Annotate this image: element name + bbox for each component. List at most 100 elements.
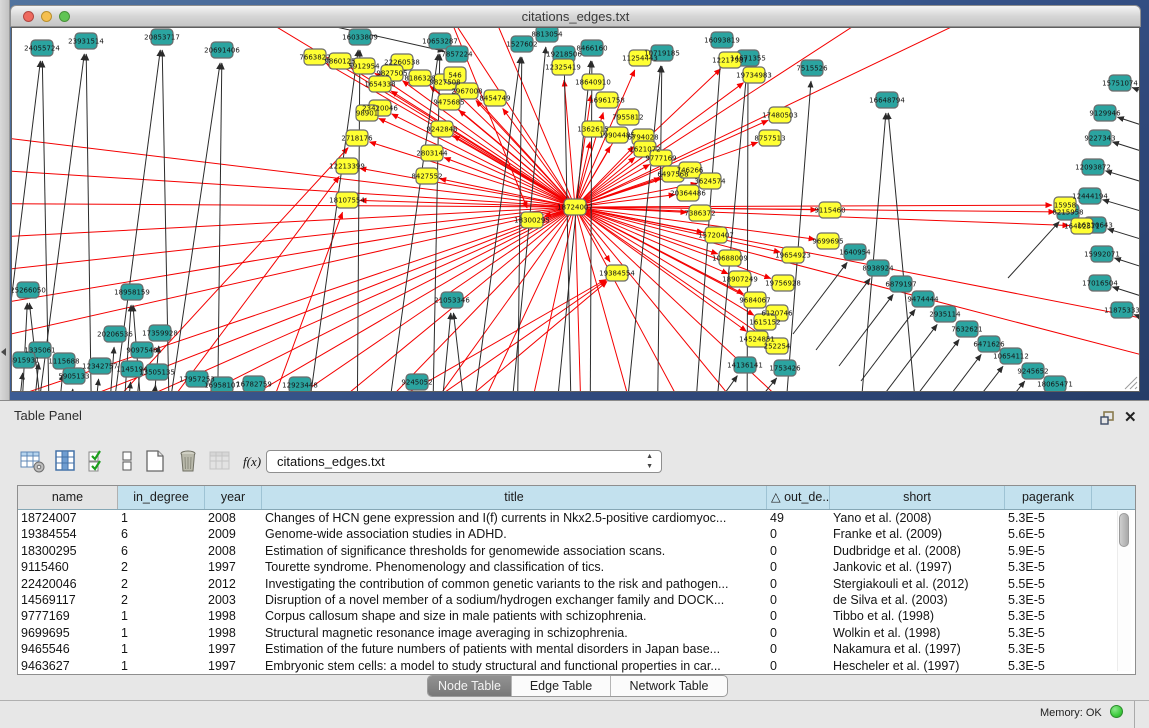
memory-status-indicator[interactable] (1110, 705, 1123, 718)
cell-name: 9699695 (18, 625, 118, 641)
network-canvas[interactable]: 2405572423931514208537172069140616033809… (11, 27, 1140, 392)
graph-node-label: 252254 (764, 343, 791, 351)
cell-year: 2012 (205, 576, 262, 592)
float-panel-icon[interactable] (1100, 411, 1115, 425)
column-header-in_degree[interactable]: in_degree (118, 486, 205, 509)
graph-node-label: 6879197 (885, 281, 916, 289)
table-toolbar: f(x) (20, 445, 274, 477)
graph-node-label: 9097548 (126, 347, 157, 355)
graph-node-label: 6120746 (761, 310, 793, 318)
expand-panel-arrow-icon[interactable] (1, 348, 6, 356)
table-row[interactable]: 1830029562008Estimation of significance … (18, 543, 1135, 559)
table-row[interactable]: 977716911998Corpus callosum shape and si… (18, 608, 1135, 624)
canvas-resize-grip-icon[interactable] (1125, 377, 1137, 389)
column-header-year[interactable]: year (205, 486, 262, 509)
show-columns-icon[interactable] (53, 449, 79, 473)
cell-short: Wolkin et al. (1998) (830, 625, 1005, 641)
graph-node-label: 11875333 (1104, 307, 1139, 315)
column-header-out[interactable]: △ out_de... (767, 486, 830, 509)
graph-node-label: 1753426 (769, 365, 801, 373)
network-graph[interactable]: 2405572423931514208537172069140616033809… (12, 28, 1139, 391)
table-scrollbar-thumb[interactable] (1119, 513, 1129, 547)
tab-edge-table[interactable]: Edge Table (512, 676, 611, 696)
table-scrollbar[interactable] (1117, 511, 1131, 671)
graph-node-label: 7857224 (441, 51, 473, 59)
cell-out: 0 (767, 576, 830, 592)
graph-node-label: 15992071 (1084, 251, 1120, 259)
table-row[interactable]: 946362711997Embryonic stem cells: a mode… (18, 658, 1135, 674)
graph-node-label: 6794028 (627, 134, 658, 142)
cell-year: 1998 (205, 625, 262, 641)
graph-node-label: 2803144 (416, 150, 448, 158)
cell-in_degree: 2 (118, 576, 205, 592)
graph-node-label: 16093819 (704, 37, 740, 45)
table-row[interactable]: 969969511998Structural magnetic resonanc… (18, 625, 1135, 641)
cell-name: 9463627 (18, 658, 118, 674)
new-table-icon[interactable] (142, 449, 168, 473)
graph-node-label: 9129946 (1089, 110, 1121, 118)
combobox-stepper-icon[interactable]: ▲▼ (646, 452, 653, 472)
column-header-name[interactable]: name (18, 486, 118, 509)
graph-node-label: 18958159 (114, 289, 150, 297)
close-panel-icon[interactable]: ✕ (1124, 408, 1137, 426)
graph-node-label: 9827508 (429, 79, 460, 87)
table-row[interactable]: 2242004622012Investigating the contribut… (18, 576, 1135, 592)
graph-node-label: 18065471 (1037, 381, 1073, 389)
cell-out: 0 (767, 658, 830, 674)
graph-node-label: 16958107 (204, 382, 240, 390)
cell-pagerank: 5.5E-5 (1005, 576, 1092, 592)
cell-short: Franke et al. (2009) (830, 526, 1005, 542)
graph-node-label: 9475685 (433, 99, 464, 107)
table-row[interactable]: 1938455462009Genome-wide association stu… (18, 526, 1135, 542)
function-builder-icon[interactable]: f(x) (241, 449, 267, 473)
table-settings-icon[interactable] (20, 449, 46, 473)
column-header-short[interactable]: short (830, 486, 1005, 509)
column-header-title[interactable]: title (262, 486, 767, 509)
table-selector-combobox[interactable]: citations_edges.txt ▲▼ (266, 450, 662, 473)
table-row[interactable]: 911546021997Tourette syndrome. Phenomeno… (18, 559, 1135, 575)
graph-node-label: 9827505 (376, 70, 407, 78)
network-window-titlebar[interactable]: citations_edges.txt (10, 5, 1141, 27)
graph-node-label: 8215958 (1052, 209, 1083, 217)
graph-node-label: 18907249 (722, 276, 758, 284)
graph-node-label: 7386372 (684, 210, 715, 218)
graph-node-label: 1335061 (24, 347, 55, 355)
row-height-icon[interactable] (119, 449, 135, 473)
cell-out: 0 (767, 641, 830, 657)
select-columns-icon[interactable] (86, 449, 112, 473)
cell-pagerank: 5.9E-5 (1005, 543, 1092, 559)
delete-table-icon[interactable] (175, 449, 201, 473)
graph-node-label: 546 (448, 72, 462, 80)
graph-node-label: 3915931 (12, 357, 40, 365)
column-header-pagerank[interactable]: pagerank (1005, 486, 1092, 509)
cytoscape-desktop: citations_edges.txt 24055724239315142085… (0, 0, 1149, 400)
table-type-tabs: Node TableEdge TableNetwork Table (427, 675, 728, 697)
tab-node-table[interactable]: Node Table (428, 676, 512, 696)
cell-in_degree: 2 (118, 559, 205, 575)
cell-short: Yano et al. (2008) (830, 510, 1005, 526)
cell-name: 9777169 (18, 608, 118, 624)
table-row[interactable]: 1872400712008Changes of HCN gene express… (18, 510, 1135, 526)
cell-in_degree: 1 (118, 658, 205, 674)
graph-node-label: 9227343 (1084, 135, 1115, 143)
statusbar-separator (1134, 701, 1135, 728)
table-row[interactable]: 1456911722003Disruption of a novel membe… (18, 592, 1135, 608)
cell-in_degree: 2 (118, 592, 205, 608)
graph-node-label: 15751074 (1102, 80, 1138, 88)
cell-title: Genome-wide association studies in ADHD. (262, 526, 767, 542)
cell-title: Estimation of significance thresholds fo… (262, 543, 767, 559)
graph-node-label: 19654923 (775, 252, 811, 260)
graph-node-label: 7955812 (612, 114, 643, 122)
tab-network-table[interactable]: Network Table (611, 676, 727, 696)
graph-node-label: 22260538 (384, 59, 420, 67)
cell-short: Tibbo et al. (1998) (830, 608, 1005, 624)
cell-title: Investigating the contribution of common… (262, 576, 767, 592)
table-row[interactable]: 946554611997Estimation of the future num… (18, 641, 1135, 657)
graph-node-label: 21053346 (434, 297, 470, 305)
graph-node-label: 10653287 (422, 38, 458, 46)
cell-year: 1997 (205, 641, 262, 657)
graph-node-label: 1654338 (364, 81, 395, 89)
cell-name: 9465546 (18, 641, 118, 657)
cell-short: Hescheler et al. (1997) (830, 658, 1005, 674)
west-panel-collapsed-strip[interactable] (0, 0, 10, 400)
